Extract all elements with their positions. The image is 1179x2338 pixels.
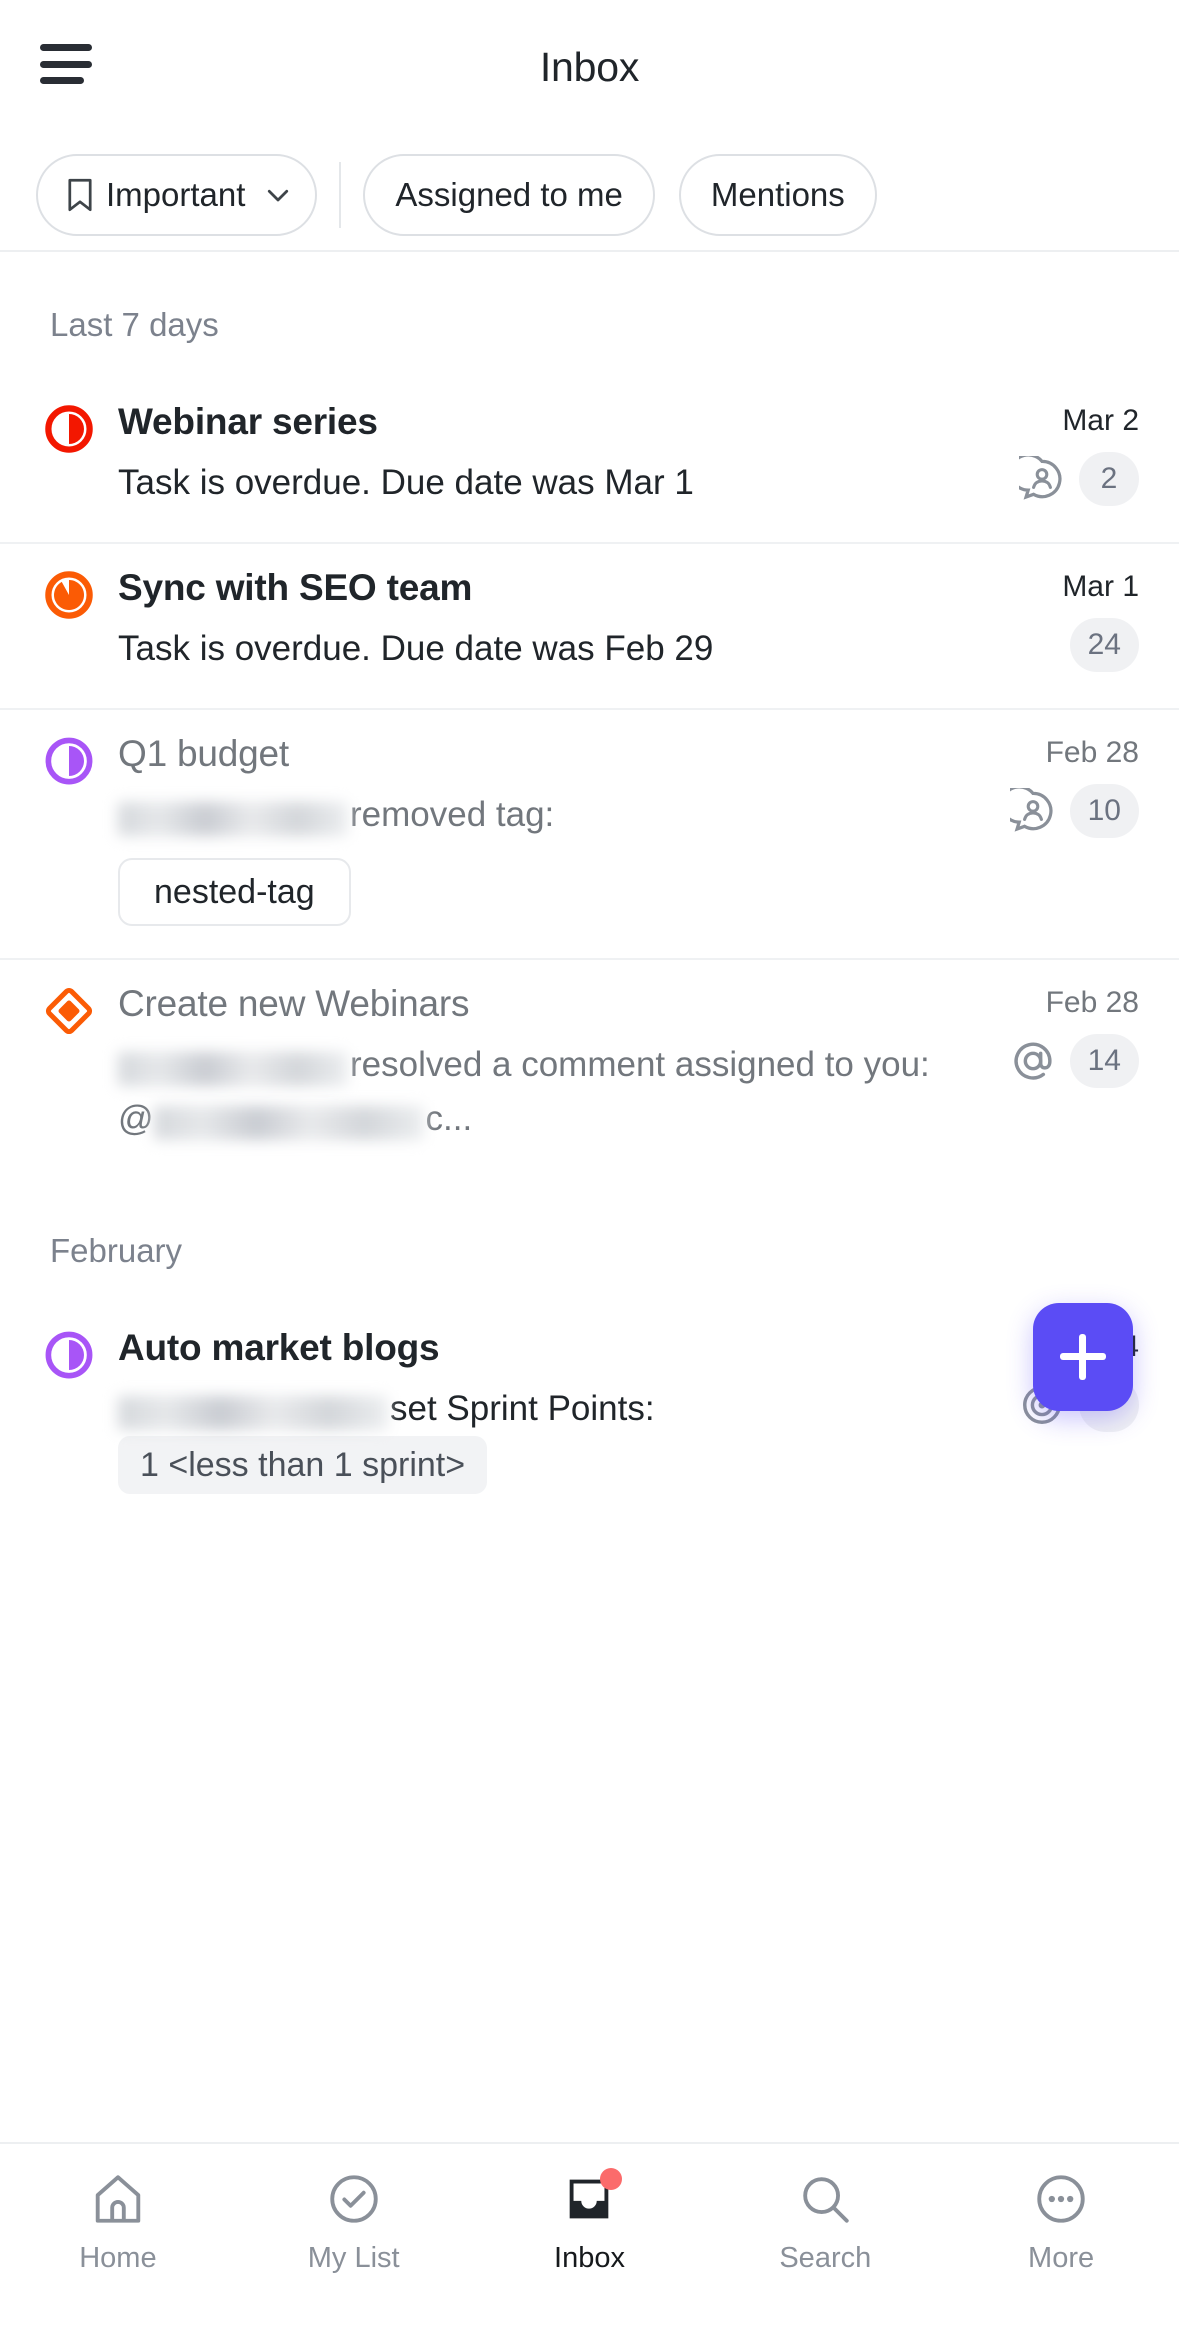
filter-bar: Important Assigned to me Mentions (0, 140, 1179, 252)
progress-half-icon (44, 405, 94, 458)
redacted-user-name (118, 801, 348, 836)
filter-chip-mentions[interactable]: Mentions (678, 154, 877, 236)
redacted-user-name (118, 1051, 348, 1086)
tab-more-label: More (1028, 2242, 1095, 2274)
tab-my-list[interactable]: My List (236, 2170, 472, 2275)
list-item-meta: Mar 1 24 (939, 544, 1139, 708)
redacted-user-name (118, 1395, 388, 1430)
section-header-last-7-days: Last 7 days (50, 306, 219, 343)
list-item-description: Task is overdue. Due date was Feb 29 (118, 629, 714, 668)
list-item-badges: 14 (1010, 1034, 1139, 1088)
tab-inbox[interactable]: Inbox (472, 2168, 708, 2275)
chevron-down-icon[interactable] (263, 180, 293, 210)
list-item-description-text: removed tag: (350, 795, 555, 834)
status-icon-cell (44, 1304, 118, 1526)
list-item-body: Q1 budget removed tag: nested-tag (118, 710, 939, 958)
filter-chip-important-label: Important (106, 176, 246, 213)
app-screen: Inbox Important Assigned to me Mentions (0, 0, 1179, 2338)
badge-count: 24 (1069, 618, 1139, 672)
redacted-mention-name (153, 1105, 424, 1140)
plus-icon (1060, 1334, 1106, 1380)
tab-search-label: Search (779, 2242, 872, 2274)
status-icon-cell (44, 378, 118, 542)
list-item-description-text: set Sprint Points: (390, 1389, 655, 1428)
status-icon-cell (44, 710, 118, 958)
tab-my-list-label: My List (307, 2242, 400, 2274)
tab-home-label: Home (79, 2242, 157, 2274)
search-icon (796, 2170, 854, 2228)
list-item-date: Mar 1 (1062, 570, 1139, 603)
tab-inbox-label: Inbox (554, 2242, 625, 2274)
list-item-body: Create new Webinars resolved a comment a… (118, 960, 939, 1178)
list-item-badges: 10 (999, 784, 1139, 838)
bottom-tab-bar: Home My List Inbox Search More (0, 2142, 1179, 2338)
list-item-meta: Feb 28 10 (939, 710, 1139, 958)
list-item-title: Sync with SEO team (118, 567, 473, 608)
bookmark-icon (66, 178, 94, 212)
sprint-points-chip[interactable]: 1 <less than 1 sprint> (118, 1436, 488, 1494)
badge-count: 2 (1079, 452, 1139, 506)
list-item-meta: Feb 28 14 (939, 960, 1139, 1178)
tab-more[interactable]: More (943, 2170, 1179, 2275)
tag-chip[interactable]: nested-tag (118, 858, 351, 926)
badge-count: 14 (1069, 1034, 1139, 1088)
mention-at-icon (1010, 1038, 1056, 1084)
filter-chip-mentions-label: Mentions (710, 176, 845, 213)
inbox-tray-icon (560, 2168, 623, 2228)
list-item-meta: Mar 2 2 (939, 378, 1139, 542)
comment-assigned-icon (999, 785, 1056, 834)
status-icon-cell (44, 544, 118, 708)
comment-assigned-icon (1009, 453, 1065, 502)
list-item-title: Webinar series (118, 401, 378, 442)
list-item[interactable]: Create new Webinars resolved a comment a… (0, 960, 1179, 1178)
tab-search[interactable]: Search (707, 2170, 943, 2275)
check-circle-icon (325, 2170, 383, 2228)
list-item-description-suffix: c... (425, 1099, 473, 1138)
section-header-february: February (50, 1232, 183, 1269)
list-item-body: Sync with SEO team Task is overdue. Due … (118, 544, 939, 708)
progress-almost-icon (44, 571, 94, 624)
filter-chip-assigned-to-me[interactable]: Assigned to me (363, 154, 655, 236)
create-task-fab[interactable] (1033, 1303, 1133, 1411)
app-header: Inbox (0, 0, 1179, 140)
filter-divider (339, 162, 342, 228)
list-item-title: Create new Webinars (118, 983, 470, 1024)
list-item[interactable]: Auto market blogs set Sprint Points: 1 <… (0, 1304, 1179, 1526)
milestone-diamond-icon (44, 987, 94, 1040)
progress-half-icon (44, 1331, 94, 1384)
list-item-badges: 24 (1069, 618, 1139, 672)
tab-home[interactable]: Home (0, 2170, 236, 2275)
list-item-title: Q1 budget (118, 733, 290, 774)
list-item-description: resolved a comment assigned to you: @ c..… (118, 1038, 939, 1146)
list-item-body: Auto market blogs set Sprint Points: 1 <… (118, 1304, 939, 1526)
list-item-description: removed tag: (118, 788, 939, 842)
list-item[interactable]: Q1 budget removed tag: nested-tag Feb 28… (0, 710, 1179, 960)
list-item-date: Feb 28 (1045, 736, 1139, 769)
list-item-title: Auto market blogs (118, 1327, 440, 1368)
list-item-date: Mar 2 (1062, 404, 1139, 437)
progress-half-icon (44, 737, 94, 790)
inbox-badge-dot (600, 2168, 623, 2190)
filter-chip-important[interactable]: Important (36, 154, 318, 236)
badge-count: 10 (1069, 784, 1139, 838)
filter-chip-assigned-label: Assigned to me (395, 176, 623, 213)
list-item-date: Feb 28 (1045, 986, 1139, 1019)
notification-list: Last 7 days Webinar series Task is overd… (0, 252, 1179, 1526)
list-item-badges: 2 (1009, 452, 1139, 506)
home-icon (89, 2170, 147, 2228)
list-item-body: Webinar series Task is overdue. Due date… (118, 378, 939, 542)
list-item-description: set Sprint Points: 1 <less than 1 sprint… (118, 1382, 939, 1494)
list-item[interactable]: Sync with SEO team Task is overdue. Due … (0, 544, 1179, 710)
list-item[interactable]: Webinar series Task is overdue. Due date… (0, 378, 1179, 544)
page-title: Inbox (539, 44, 640, 90)
more-dots-icon (1032, 2170, 1090, 2228)
status-icon-cell (44, 960, 118, 1178)
list-item-description: Task is overdue. Due date was Mar 1 (118, 463, 694, 502)
